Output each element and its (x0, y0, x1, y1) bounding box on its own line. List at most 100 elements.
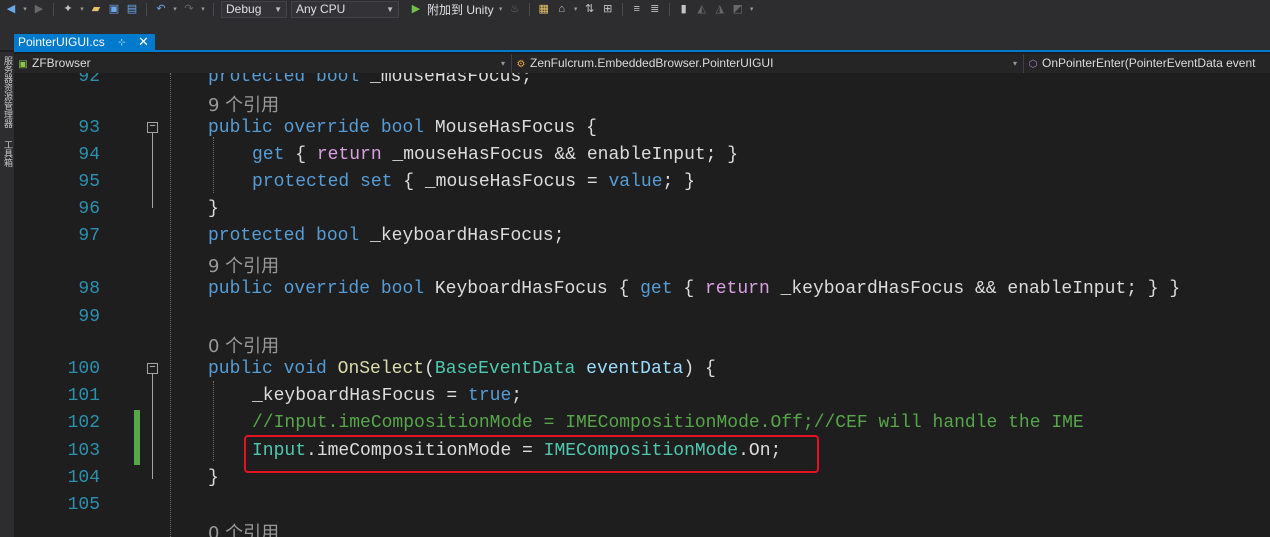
code-line-95: protected set { _mouseHasFocus = value; … (252, 172, 695, 192)
forward-icon[interactable]: ▶ (32, 2, 46, 16)
code-token: get (640, 279, 673, 299)
codelens-references[interactable]: 0 个引用 (208, 332, 279, 358)
code-token: KeyboardHasFocus { (424, 279, 641, 299)
project-name: ZFBrowser (32, 56, 91, 70)
code-token: } (208, 468, 219, 488)
hot-reload-icon[interactable]: ♨ (508, 2, 522, 16)
platform-select[interactable]: Any CPU ▼ (291, 0, 399, 18)
code-token: { (672, 279, 705, 299)
codelens-references[interactable]: 9 个引用 (208, 91, 279, 117)
class-path: ZenFulcrum.EmbeddedBrowser.PointerUIGUI (530, 56, 774, 70)
tab-filename: PointerUIGUI.cs (18, 35, 105, 49)
codelens-references[interactable]: 0 个引用 (208, 519, 279, 537)
code-token: set (360, 172, 393, 192)
redo-dropdown-icon[interactable]: ▾ (200, 5, 206, 13)
line-number: 104 (67, 468, 100, 488)
code-line-96: } (208, 199, 219, 219)
line-number: 95 (78, 172, 100, 192)
attach-unity-label: 附加到 Unity (427, 2, 494, 17)
code-token: bool (380, 118, 425, 138)
comment-icon[interactable]: ≡ (630, 2, 644, 16)
toolbar-separator (668, 2, 670, 16)
close-icon[interactable]: ✕ (138, 34, 149, 50)
navigation-bar: ▣ ZFBrowser ▾ ⚙ ZenFulcrum.EmbeddedBrowser… (14, 54, 1270, 73)
code-line-92: protected bool _mouseHasFocus; (208, 73, 532, 87)
code-token: public (208, 359, 273, 379)
pin-icon[interactable]: ⊹ (118, 34, 126, 50)
class-dropdown[interactable]: ⚙ ZenFulcrum.EmbeddedBrowser.PointerUIGUI… (512, 54, 1024, 73)
line-number: 93 (78, 118, 100, 138)
back-dropdown-icon[interactable]: ▾ (22, 5, 28, 13)
indent-guide (170, 73, 171, 537)
undo-dropdown-icon[interactable]: ▾ (172, 5, 178, 13)
code-token: protected (208, 226, 306, 246)
find-in-files-icon[interactable]: ▦ (537, 2, 551, 16)
line-number: 96 (78, 199, 100, 219)
codelens-references[interactable]: 9 个引用 (208, 252, 279, 278)
chevron-down-icon: ▾ (498, 6, 503, 13)
layout-icon[interactable]: ⊞ (601, 2, 615, 16)
code-line-94: get { return _mouseHasFocus && enableInp… (252, 145, 738, 165)
line-number: 92 (78, 73, 100, 87)
collapse-icon[interactable]: − (147, 122, 158, 133)
prev-bookmark-icon[interactable]: ◭ (695, 2, 709, 16)
server-explorer-tab[interactable]: 服务器资源管理器 (1, 56, 13, 128)
code-token: ) { (683, 359, 716, 379)
toolbar-separator (528, 2, 530, 16)
code-token: true (468, 386, 512, 406)
new-dropdown-icon[interactable]: ▾ (79, 5, 85, 13)
save-all-icon[interactable]: ▤ (125, 2, 139, 16)
code-token: return (316, 145, 382, 165)
clear-bookmarks-icon[interactable]: ◩ (731, 2, 745, 16)
code-token: override (283, 118, 371, 138)
code-token: ( (424, 359, 435, 379)
code-line-93: public override bool MouseHasFocus { (208, 118, 597, 138)
code-token: _keyboardHasFocus; (359, 226, 565, 246)
line-number: 105 (67, 495, 100, 515)
bookmark-icon[interactable]: ▮ (677, 2, 691, 16)
undo-icon[interactable]: ↶ (154, 2, 168, 16)
tab-underline (14, 50, 1270, 52)
solution-config-select[interactable]: Debug ▼ (221, 0, 287, 18)
solution-explorer-icon[interactable]: ⌂ (555, 2, 569, 16)
toolbox-tab[interactable]: 工具箱 (1, 140, 13, 167)
chevron-down-icon: ▼ (274, 4, 282, 14)
code-token: //Input.imeCompositionMode = IMEComposit… (252, 413, 1084, 433)
code-token: _mouseHasFocus && enableInput; } (381, 145, 739, 165)
line-number: 102 (67, 413, 100, 433)
chevron-down-icon[interactable]: ▾ (573, 5, 579, 13)
code-token: _keyboardHasFocus && enableInput; } } (769, 279, 1181, 299)
fold-line (152, 133, 153, 208)
chevron-down-icon[interactable]: ▾ (749, 5, 755, 13)
code-token: void (283, 359, 327, 379)
change-tracking-bar (134, 410, 140, 465)
indent-guide (213, 137, 214, 193)
code-token: { _mouseHasFocus = (392, 172, 609, 192)
tab-pointeruigui[interactable]: PointerUIGUI.cs ⊹ ✕ (14, 34, 155, 50)
open-icon[interactable]: ▰ (89, 2, 103, 16)
redo-icon[interactable]: ↷ (182, 2, 196, 16)
line-number: 98 (78, 279, 100, 299)
new-project-icon[interactable]: ✦ (61, 2, 75, 16)
code-editor[interactable]: − − 92 protected bool _mouseHasFocus; 9 … (14, 73, 1270, 537)
collapse-icon[interactable]: − (147, 363, 158, 374)
line-number: 97 (78, 226, 100, 246)
method-icon: ⬡ (1028, 59, 1038, 70)
class-icon: ⚙ (516, 59, 526, 70)
document-tab-strip: PointerUIGUI.cs ⊹ ✕ (0, 18, 1270, 50)
attach-unity-button[interactable]: ▶ 附加到 Unity ▾ (409, 1, 504, 18)
step-icon[interactable]: ⇅ (583, 2, 597, 16)
save-icon[interactable]: ▣ (107, 2, 121, 16)
back-icon[interactable]: ◀ (4, 2, 18, 16)
next-bookmark-icon[interactable]: ◮ (713, 2, 727, 16)
uncomment-icon[interactable]: ≣ (648, 2, 662, 16)
project-dropdown[interactable]: ▣ ZFBrowser ▾ (14, 54, 512, 73)
code-token: ; } (662, 172, 695, 192)
code-token: return (704, 279, 770, 299)
member-dropdown[interactable]: ⬡ OnPointerEnter(PointerEventData event (1024, 54, 1270, 73)
code-token: bool (316, 73, 360, 87)
